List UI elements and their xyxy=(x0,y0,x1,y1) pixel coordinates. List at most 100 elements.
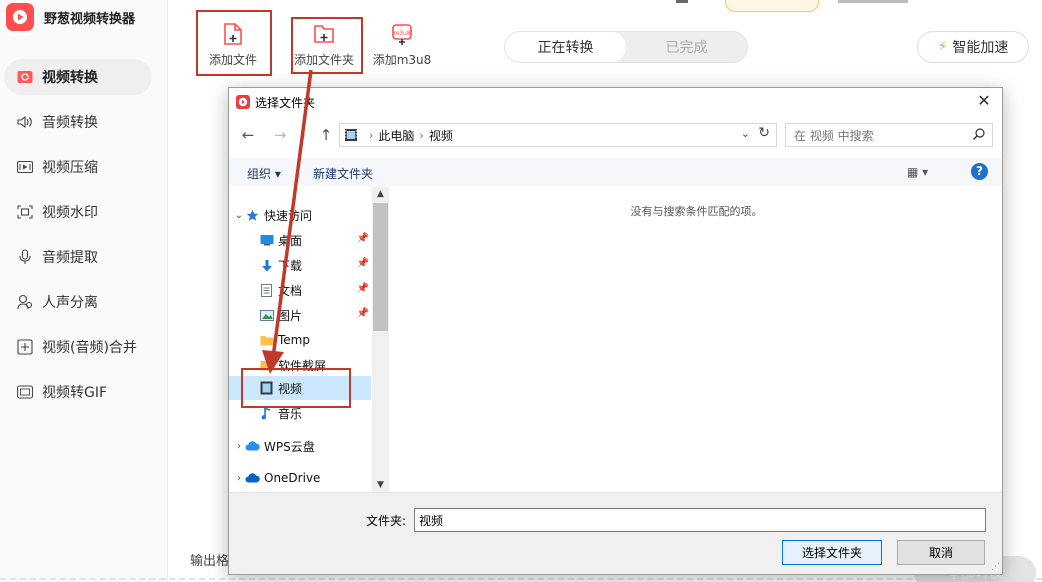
tree-item-desktop[interactable]: 桌面 📌 xyxy=(229,228,371,252)
tree-item-label: 图片 xyxy=(278,308,303,323)
add-folder-button[interactable]: 添加文件夹 xyxy=(286,12,362,74)
tree-item-pictures[interactable]: 图片 📌 xyxy=(229,303,371,327)
organize-menu[interactable]: 组织 ▾ xyxy=(247,165,281,182)
new-folder-button[interactable]: 新建文件夹 xyxy=(313,165,373,182)
add-m3u8-icon: m3u8 xyxy=(392,24,412,45)
tree-item-onedrive[interactable]: › OneDrive xyxy=(229,466,371,490)
expand-down-icon[interactable]: ⌄ xyxy=(233,210,245,221)
scroll-up-icon[interactable]: ▲ xyxy=(372,187,389,201)
top-partial-button[interactable] xyxy=(725,0,819,12)
forward-icon[interactable]: → xyxy=(271,125,289,145)
tab-converting[interactable]: 正在转换 xyxy=(505,32,626,62)
sidebar-item-label: 视频转GIF xyxy=(42,385,108,401)
dialog-title-bar: 选择文件夹 xyxy=(229,88,1002,116)
folder-content-pane[interactable]: 没有与搜索条件匹配的项。 xyxy=(391,187,1002,492)
tree-item-label: WPS云盘 xyxy=(264,439,315,454)
tree-item-label: 文档 xyxy=(278,283,303,298)
dialog-app-icon xyxy=(236,95,250,109)
sidebar-item-voice-separate[interactable]: 人声分离 xyxy=(4,284,152,320)
top-partial-divider xyxy=(676,0,688,3)
music-icon xyxy=(259,406,274,420)
tree-item-quick-access[interactable]: ⌄ 快速访问 xyxy=(229,203,371,227)
empty-message: 没有与搜索条件匹配的项。 xyxy=(630,205,763,218)
scrollbar-thumb[interactable] xyxy=(373,203,388,331)
address-row: ← → ⌄ ↑ › 此电脑 › 视频 ⌄ ↻ 在 视频 中搜索 xyxy=(229,121,1002,149)
scroll-down-icon[interactable]: ▼ xyxy=(372,478,389,492)
folder-name-input[interactable] xyxy=(414,508,986,532)
tree-item-documents[interactable]: 文档 📌 xyxy=(229,278,371,302)
breadcrumb-separator-icon: › xyxy=(369,128,374,142)
add-m3u8-label: 添加m3u8 xyxy=(372,53,432,67)
add-file-button[interactable]: 添加文件 xyxy=(195,12,271,74)
help-icon[interactable]: ? xyxy=(971,163,988,180)
tree-item-temp[interactable]: Temp xyxy=(229,328,371,352)
navigation-tree: ⌄ 快速访问 桌面 📌 下载 📌 文档 📌 图片 📌 Temp 软件截屏 视频 … xyxy=(229,187,389,492)
voice-separate-icon xyxy=(16,293,34,311)
video-convert-icon xyxy=(16,68,34,86)
address-dropdown-icon[interactable]: ⌄ xyxy=(741,127,750,140)
view-options-icon[interactable]: ▦ ▾ xyxy=(907,165,928,179)
tree-item-label: 视频 xyxy=(278,381,303,396)
sidebar-nav: 视频转换 音频转换 视频压缩 视频水印 音频提取 人声分离 视频(音频)合并 视… xyxy=(0,59,168,419)
pin-icon: 📌 xyxy=(356,258,369,269)
back-icon[interactable]: ← xyxy=(239,125,257,145)
sidebar-item-audio-extract[interactable]: 音频提取 xyxy=(4,239,152,275)
tree-item-wps-cloud[interactable]: › WPS云盘 xyxy=(229,434,371,458)
search-box[interactable]: 在 视频 中搜索 xyxy=(785,123,993,147)
dialog-footer: 文件夹: 选择文件夹 取消 ⋰ xyxy=(229,492,1002,574)
search-icon xyxy=(973,128,985,140)
tree-item-screenshots[interactable]: 软件截屏 xyxy=(229,353,371,377)
tree-item-downloads[interactable]: 下载 📌 xyxy=(229,253,371,277)
app-logo: 野葱视频转换器 xyxy=(6,2,135,32)
sidebar-item-label: 音频转换 xyxy=(42,115,98,131)
sidebar-item-label: 视频转换 xyxy=(42,70,98,86)
folder-icon xyxy=(259,358,274,372)
tree-scrollbar[interactable]: ▲ ▼ xyxy=(372,187,389,492)
close-icon[interactable]: ✕ xyxy=(976,93,992,109)
select-folder-button[interactable]: 选择文件夹 xyxy=(782,540,882,565)
search-placeholder: 在 视频 中搜索 xyxy=(794,128,874,143)
accelerate-button[interactable]: ⚡ 智能加速 xyxy=(917,31,1029,63)
video-folder-icon xyxy=(345,129,357,141)
sidebar-item-label: 视频水印 xyxy=(42,205,98,221)
breadcrumb-this-pc[interactable]: 此电脑 xyxy=(378,127,414,144)
tree-item-videos[interactable]: 视频 xyxy=(229,376,371,400)
output-format-label: 输出格 xyxy=(190,554,230,569)
add-file-icon xyxy=(224,23,242,45)
sidebar-item-merge[interactable]: 视频(音频)合并 xyxy=(4,329,152,365)
tree-item-music[interactable]: 音乐 xyxy=(229,401,371,425)
tab-done[interactable]: 已完成 xyxy=(626,32,747,62)
pin-icon: 📌 xyxy=(356,283,369,294)
sidebar-item-gif[interactable]: 视频转GIF xyxy=(4,374,152,410)
document-icon xyxy=(259,283,274,297)
breadcrumb-current[interactable]: 视频 xyxy=(429,127,453,144)
add-file-label: 添加文件 xyxy=(208,53,257,67)
dialog-title: 选择文件夹 xyxy=(255,95,316,110)
expand-right-icon[interactable]: › xyxy=(233,473,245,484)
sidebar-item-video-convert[interactable]: 视频转换 xyxy=(4,59,152,95)
history-chevron-icon[interactable]: ⌄ xyxy=(295,125,313,145)
address-bar[interactable]: › 此电脑 › 视频 ⌄ ↻ xyxy=(339,123,777,147)
sidebar-item-video-compress[interactable]: 视频压缩 xyxy=(4,149,152,185)
resize-grip-icon[interactable]: ⋰ xyxy=(991,562,1000,572)
app-logo-icon xyxy=(6,3,34,31)
video-compress-icon xyxy=(16,158,34,176)
add-m3u8-button[interactable]: m3u8 添加m3u8 xyxy=(364,12,440,74)
expand-right-icon[interactable]: › xyxy=(233,441,245,452)
download-icon xyxy=(259,258,274,272)
pin-icon: 📌 xyxy=(356,308,369,319)
cancel-button[interactable]: 取消 xyxy=(897,540,985,565)
onedrive-icon xyxy=(245,471,260,485)
command-bar: 组织 ▾ 新建文件夹 ▦ ▾ ? xyxy=(229,158,1002,186)
refresh-icon[interactable]: ↻ xyxy=(758,125,770,141)
folder-name-label: 文件夹: xyxy=(366,514,407,528)
lightning-icon: ⚡ xyxy=(937,39,948,55)
sidebar-item-watermark[interactable]: 视频水印 xyxy=(4,194,152,230)
top-partial-divider xyxy=(838,0,908,3)
up-icon[interactable]: ↑ xyxy=(317,125,335,145)
audio-extract-icon xyxy=(16,248,34,266)
folder-icon xyxy=(259,333,274,347)
watermark-icon xyxy=(16,203,34,221)
tree-item-label: OneDrive xyxy=(264,471,321,485)
sidebar-item-audio-convert[interactable]: 音频转换 xyxy=(4,104,152,140)
